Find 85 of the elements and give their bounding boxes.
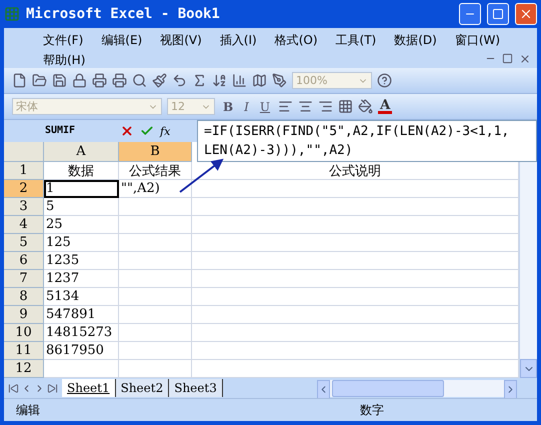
sort-icon[interactable] — [212, 73, 227, 88]
menu-item[interactable]: 文件(F) — [34, 30, 92, 50]
row-header[interactable]: 5 — [4, 234, 44, 252]
table-cell: 5 — [44, 198, 119, 216]
row-header[interactable]: 4 — [4, 216, 44, 234]
table-cell: 1 — [44, 180, 119, 198]
menu-item[interactable]: 插入(I) — [210, 30, 266, 50]
paintbrush-icon[interactable] — [152, 73, 167, 88]
table-cell: 125 — [44, 234, 119, 252]
column-header[interactable]: A — [44, 142, 119, 162]
scroll-thumb[interactable] — [332, 380, 444, 396]
file-icon[interactable] — [12, 73, 27, 88]
align-left-icon[interactable] — [278, 99, 294, 114]
menu-item[interactable]: 视图(V) — [151, 30, 211, 50]
borders-icon[interactable] — [338, 99, 354, 114]
spreadsheet-icon — [4, 6, 20, 22]
table-cell: 8617950 — [44, 342, 119, 360]
vertical-scrollbar[interactable] — [519, 162, 537, 378]
row-header[interactable]: 8 — [4, 288, 44, 306]
table-cell: 公式说明 — [192, 162, 519, 180]
table-cell: 公式结果 — [119, 162, 192, 180]
menu-item[interactable]: 工具(T) — [326, 30, 386, 50]
bold-button[interactable]: B — [220, 100, 236, 114]
row-header[interactable]: 6 — [4, 252, 44, 270]
minimize-button[interactable] — [459, 3, 481, 25]
name-box[interactable]: SUMIF — [4, 120, 116, 140]
close-icon[interactable] — [519, 53, 531, 65]
maximize-icon — [492, 8, 504, 20]
check-icon[interactable] — [140, 124, 154, 138]
italic-button[interactable]: I — [241, 100, 252, 114]
status-mode: 编辑 — [16, 402, 40, 418]
chart-icon[interactable] — [232, 73, 247, 88]
table-cell: 5134 — [44, 288, 119, 306]
table-cell: 25 — [44, 216, 119, 234]
row-header[interactable]: 1 — [4, 162, 44, 180]
close-icon — [519, 7, 533, 21]
row-header[interactable]: 2 — [4, 180, 44, 198]
window-title: Microsoft Excel - Book1 — [26, 6, 221, 22]
save-icon[interactable] — [52, 73, 67, 88]
row-header[interactable]: 11 — [4, 342, 44, 360]
close-button[interactable] — [515, 3, 537, 25]
menu-item[interactable]: 帮助(H) — [34, 50, 94, 70]
table-cell: 547891 — [44, 306, 119, 324]
row-header[interactable]: 12 — [4, 360, 44, 378]
search-icon[interactable] — [132, 73, 147, 88]
menu-item[interactable]: 格式(O) — [266, 30, 327, 50]
restore-icon[interactable] — [502, 53, 513, 65]
first-icon[interactable] — [8, 382, 19, 394]
align-right-icon[interactable] — [318, 99, 334, 114]
help-icon[interactable] — [377, 73, 392, 88]
scroll-left-icon[interactable] — [317, 380, 330, 398]
printer-icon[interactable] — [112, 73, 127, 88]
sheet-tab[interactable]: Sheet3 — [169, 379, 223, 397]
font-color-button[interactable]: A — [378, 99, 392, 114]
scroll-right-icon[interactable] — [504, 380, 517, 398]
undo-icon[interactable] — [172, 73, 187, 88]
insert-function-button[interactable]: fx — [160, 124, 170, 138]
align-center-icon[interactable] — [298, 99, 314, 114]
menu-item[interactable]: 编辑(E) — [92, 30, 152, 50]
row-header[interactable]: 10 — [4, 324, 44, 342]
menu-item[interactable]: 数据(D) — [385, 30, 446, 50]
horizontal-scrollbar[interactable] — [317, 380, 517, 396]
cancel-icon[interactable] — [120, 124, 134, 138]
row-header[interactable]: 3 — [4, 198, 44, 216]
printer-icon[interactable] — [92, 73, 107, 88]
row-header[interactable]: 9 — [4, 306, 44, 324]
underline-button[interactable]: U — [256, 100, 274, 114]
menu-item[interactable]: 窗口(W) — [446, 30, 510, 50]
paint-bucket-icon[interactable] — [358, 99, 374, 114]
sheet-tab[interactable]: Sheet1 — [62, 379, 116, 397]
table-cell: 1237 — [44, 270, 119, 288]
column-header[interactable]: B — [119, 142, 192, 162]
folder-icon[interactable] — [32, 73, 47, 88]
maximize-button[interactable] — [487, 3, 509, 25]
formula-field[interactable]: =IF(ISERR(FIND("5",A2,IF(LEN(A2)-3<1,1, LEN(A2)-3))),"",A2) — [197, 120, 537, 162]
row-header[interactable]: 7 — [4, 270, 44, 288]
last-icon[interactable] — [47, 382, 58, 394]
table-cell: 1235 — [44, 252, 119, 270]
table-cell: 数据 — [44, 162, 119, 180]
sigma-icon[interactable] — [192, 73, 207, 88]
table-cell: "",A2) — [119, 180, 192, 198]
scroll-down-icon[interactable] — [520, 359, 537, 378]
sheet-tab[interactable]: Sheet2 — [116, 379, 170, 397]
table-cell: 14815273 — [44, 324, 119, 342]
status-indicator: 数字 — [360, 402, 384, 418]
